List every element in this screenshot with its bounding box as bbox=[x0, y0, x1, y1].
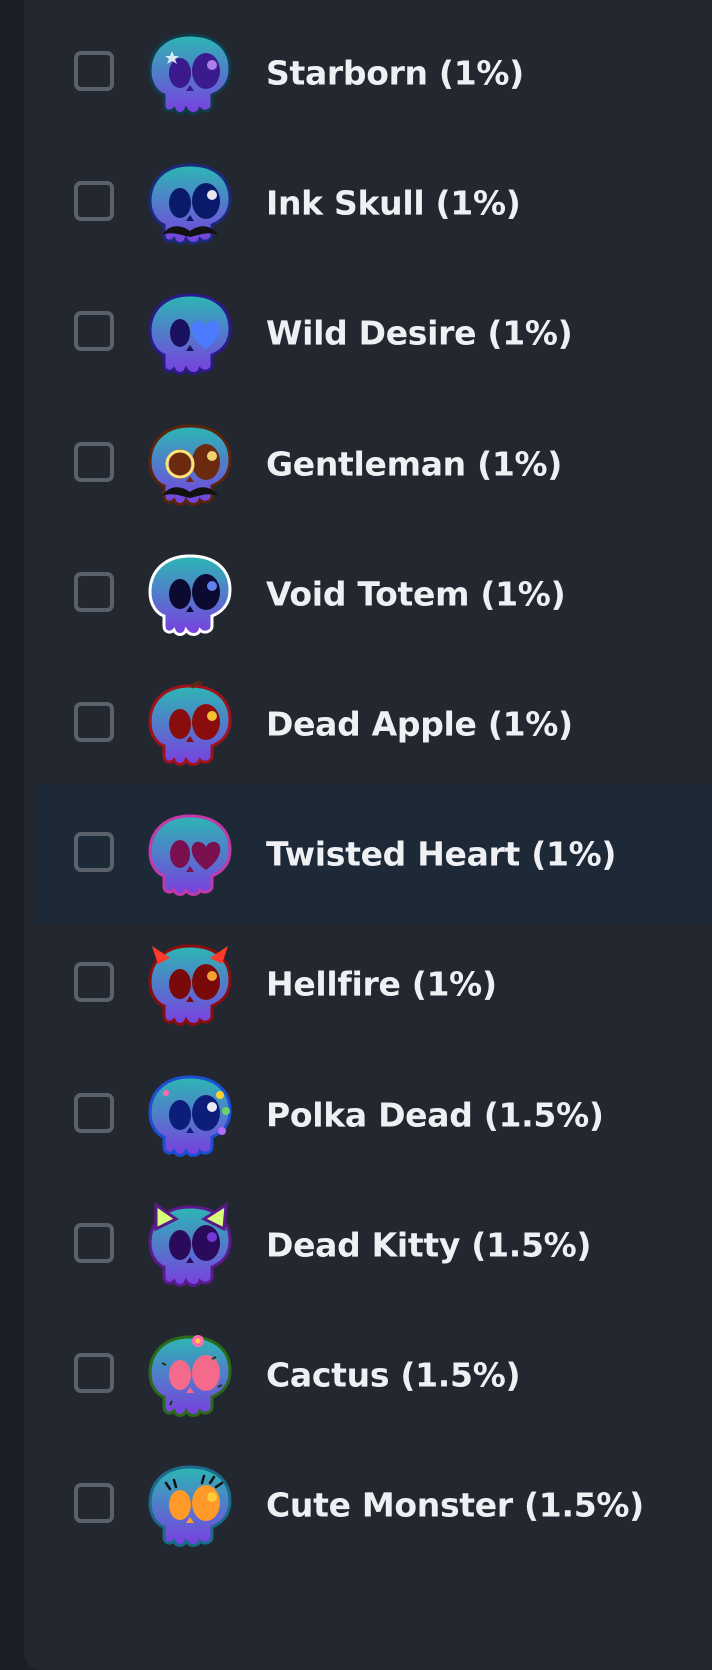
hellfire-skull-icon bbox=[142, 940, 238, 1028]
item-label: Void Totem (1%) bbox=[266, 574, 566, 614]
item-label: Wild Desire (1%) bbox=[266, 313, 573, 353]
item-checkbox[interactable] bbox=[74, 181, 114, 222]
list-item[interactable]: Twisted Heart (1%) bbox=[36, 785, 712, 924]
list-item[interactable]: Hellfire (1%) bbox=[36, 915, 712, 1053]
item-checkbox[interactable] bbox=[74, 1092, 114, 1133]
item-checkbox[interactable] bbox=[74, 1222, 114, 1263]
list-item[interactable]: Wild Desire (1%) bbox=[36, 264, 712, 402]
item-label: Gentleman (1%) bbox=[266, 444, 563, 484]
list-item[interactable]: Cactus (1.5%) bbox=[36, 1306, 712, 1444]
twisted-heart-skull-icon bbox=[142, 810, 238, 898]
list-item[interactable]: Polka Dead (1.5%) bbox=[36, 1046, 712, 1184]
item-label: Ink Skull (1%) bbox=[266, 183, 521, 223]
item-checkbox[interactable] bbox=[74, 832, 114, 873]
dead-kitty-skull-icon bbox=[142, 1201, 238, 1289]
item-label: Twisted Heart (1%) bbox=[266, 834, 617, 874]
item-label: Cute Monster (1.5%) bbox=[266, 1485, 644, 1525]
item-checkbox[interactable] bbox=[74, 311, 114, 352]
wild-desire-skull-icon bbox=[142, 289, 238, 377]
list-item[interactable]: Dead Apple (1%) bbox=[36, 655, 712, 793]
item-checkbox[interactable] bbox=[74, 702, 114, 742]
list-item[interactable]: Starborn (1%) bbox=[36, 4, 712, 142]
void-totem-skull-icon bbox=[142, 550, 238, 638]
item-label: Dead Kitty (1.5%) bbox=[266, 1225, 592, 1265]
item-checkbox[interactable] bbox=[74, 1483, 114, 1524]
item-label: Cactus (1.5%) bbox=[266, 1355, 521, 1395]
list-item[interactable]: Ink Skull (1%) bbox=[36, 134, 712, 272]
starborn-skull-icon bbox=[142, 29, 238, 117]
item-label: Starborn (1%) bbox=[266, 53, 524, 93]
dead-apple-skull-icon bbox=[142, 680, 238, 768]
item-label: Polka Dead (1.5%) bbox=[266, 1095, 604, 1135]
polka-dead-skull-icon bbox=[142, 1071, 238, 1159]
ink-skull-icon bbox=[142, 159, 238, 247]
list-item[interactable]: Dead Kitty (1.5%) bbox=[36, 1176, 712, 1314]
item-checkbox[interactable] bbox=[74, 1353, 114, 1393]
list-item[interactable]: Cute Monster (1.5%) bbox=[36, 1436, 712, 1574]
gentleman-skull-icon bbox=[142, 420, 238, 508]
item-checkbox[interactable] bbox=[74, 51, 114, 91]
item-label: Dead Apple (1%) bbox=[266, 704, 573, 744]
item-checkbox[interactable] bbox=[74, 571, 114, 612]
skin-list-panel: Starborn (1%) Ink Skull (1%) Wild Desire bbox=[24, 0, 712, 1670]
list-item[interactable]: Void Totem (1%) bbox=[36, 525, 712, 663]
item-label: Hellfire (1%) bbox=[266, 964, 497, 1004]
cute-monster-skull-icon bbox=[142, 1461, 238, 1549]
item-checkbox[interactable] bbox=[74, 962, 114, 1003]
item-checkbox[interactable] bbox=[74, 441, 114, 482]
list-item[interactable]: Gentleman (1%) bbox=[36, 395, 712, 533]
cactus-skull-icon bbox=[142, 1331, 238, 1419]
